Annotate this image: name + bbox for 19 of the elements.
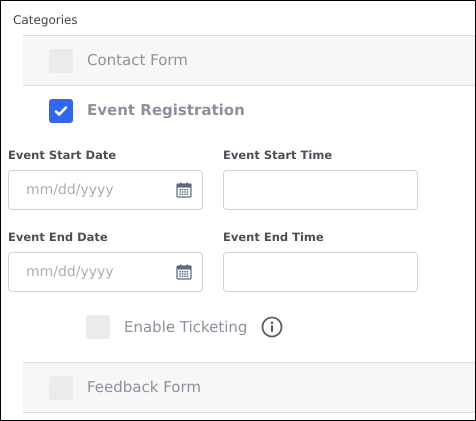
date-field[interactable]: mm/dd/yyyy bbox=[8, 170, 203, 210]
section-title: Categories bbox=[12, 12, 79, 29]
category-row[interactable]: Feedback Form bbox=[23, 363, 475, 412]
calendar-icon[interactable] bbox=[176, 182, 192, 198]
field-label: Event End Date bbox=[8, 230, 109, 245]
category-label: Event Registration bbox=[87, 100, 245, 122]
option-label: Enable Ticketing bbox=[124, 316, 248, 338]
checkbox[interactable] bbox=[49, 98, 73, 122]
category-label: Contact Form bbox=[87, 50, 188, 72]
category-label: Feedback Form bbox=[87, 377, 201, 398]
field-label: Event Start Date bbox=[8, 148, 118, 163]
time-field[interactable] bbox=[223, 170, 418, 210]
calendar-icon[interactable] bbox=[176, 264, 192, 280]
date-field[interactable]: mm/dd/yyyy bbox=[8, 252, 203, 292]
time-field[interactable] bbox=[223, 252, 418, 292]
info-icon[interactable] bbox=[261, 316, 284, 338]
field-label: Event End Time bbox=[223, 230, 325, 245]
category-row[interactable]: Contact Form bbox=[23, 36, 475, 85]
field-label: Event Start Time bbox=[223, 148, 334, 163]
